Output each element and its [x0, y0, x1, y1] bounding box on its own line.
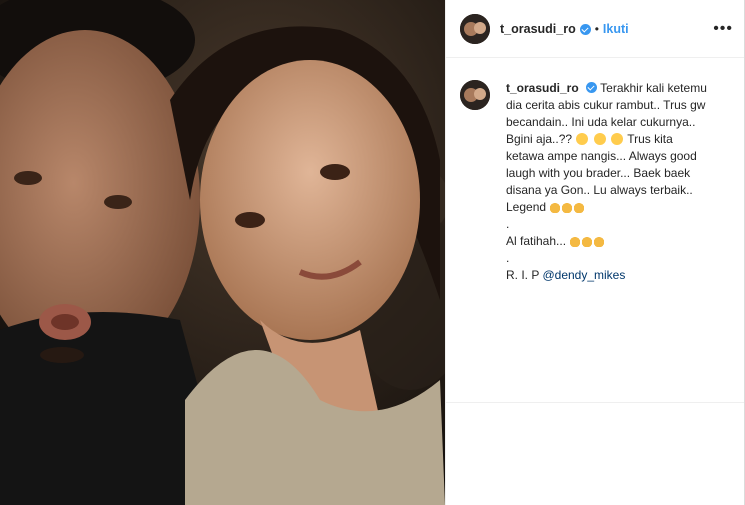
verified-badge-icon: [579, 24, 591, 35]
folded-hands-icon: [573, 201, 586, 213]
caption-line: .: [506, 251, 510, 265]
divider: [446, 402, 745, 403]
caption-line: Trus kita: [627, 132, 673, 146]
folded-hands-icon: [593, 235, 606, 247]
caption-line: disana ya Gon.. Lu always terbaik..: [506, 183, 693, 197]
caption-line: becandain.. Ini uda kelar cukurnya..: [506, 115, 696, 129]
caption-line: .: [506, 217, 510, 231]
separator-dot: •: [594, 21, 599, 36]
follow-button[interactable]: Ikuti: [603, 22, 629, 36]
caption-username[interactable]: t_orasudi_ro: [506, 81, 579, 95]
mention-link[interactable]: @dendy_mikes: [542, 268, 625, 282]
caption-line: laugh with you brader... Baek baek: [506, 166, 691, 180]
folded-hands-icon: [561, 201, 574, 213]
post-username[interactable]: t_orasudi_ro: [500, 22, 576, 36]
grinning-face-icon: [611, 133, 624, 145]
verified-badge-icon: [586, 82, 598, 93]
caption-line: R. I. P: [506, 268, 540, 282]
caption-line: dia cerita abis cukur rambut.. Trus gw: [506, 98, 706, 112]
post-header: t_orasudi_ro • Ikuti •••: [446, 0, 745, 58]
caption-line: Bgini aja..??: [506, 132, 573, 146]
folded-hands-icon: [569, 235, 582, 247]
caption-line: Terakhir kali ketemu: [600, 81, 707, 95]
caption-line: Legend: [506, 200, 547, 214]
more-options-icon[interactable]: •••: [713, 20, 733, 37]
caption-line: Al fatihah...: [506, 234, 567, 248]
folded-hands-icon: [581, 235, 594, 247]
caption-text: t_orasudi_ro Terakhir kali ketemu dia ce…: [506, 80, 726, 284]
rofl-face-icon: [593, 133, 606, 145]
post-photo[interactable]: [0, 0, 445, 505]
selfie-photo: [0, 0, 445, 505]
post-detail-panel: t_orasudi_ro • Ikuti ••• t_orasudi_ro Te…: [445, 0, 745, 505]
folded-hands-icon: [549, 201, 562, 213]
grinning-face-icon: [576, 133, 589, 145]
caption-avatar[interactable]: [460, 80, 490, 110]
caption-line: ketawa ampe nangis... Always good: [506, 149, 697, 163]
avatar[interactable]: [460, 13, 490, 44]
caption-comment: t_orasudi_ro Terakhir kali ketemu dia ce…: [446, 58, 745, 284]
